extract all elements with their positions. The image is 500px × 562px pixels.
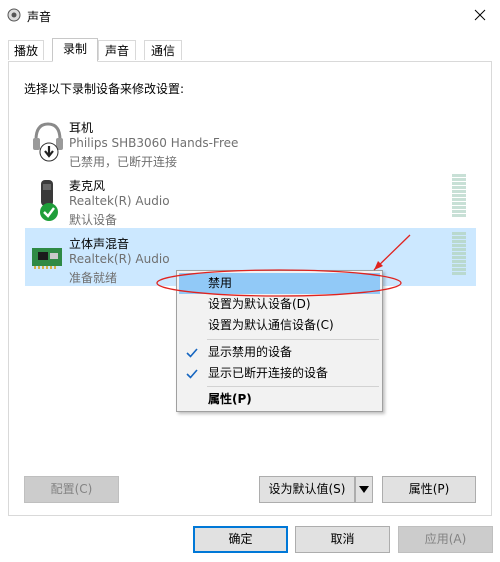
- menu-item-properties[interactable]: 属性(P): [179, 389, 380, 410]
- tab-playback[interactable]: 播放: [8, 40, 44, 60]
- cancel-button[interactable]: 取消: [295, 526, 390, 553]
- menu-item-label: 设置为默认通信设备(C): [208, 318, 334, 332]
- device-description: Realtek(R) Audio: [69, 252, 170, 266]
- tab-recording[interactable]: 录制: [52, 38, 98, 62]
- circuit-board-icon: [32, 248, 62, 269]
- speaker-icon: [7, 8, 21, 22]
- menu-separator: [207, 339, 379, 340]
- configure-button[interactable]: 配置(C): [24, 476, 119, 503]
- tab-sounds[interactable]: 声音: [98, 40, 136, 60]
- green-check-badge-icon: [40, 203, 58, 221]
- level-meter: [452, 232, 466, 275]
- tab-communications[interactable]: 通信: [144, 40, 182, 60]
- menu-item-label: 显示已断开连接的设备: [208, 366, 329, 380]
- device-status: 已禁用，已断开连接: [69, 155, 178, 169]
- device-name: 耳机: [69, 121, 94, 135]
- set-default-dropdown[interactable]: [355, 476, 373, 503]
- device-item-microphone[interactable]: 麦克风 Realtek(R) Audio 默认设备: [25, 170, 476, 228]
- down-arrow-badge-icon: [39, 142, 59, 162]
- window-title: 声音: [27, 10, 52, 24]
- menu-item-label: 显示禁用的设备: [208, 345, 293, 359]
- device-item-headset[interactable]: 耳机 Philips SHB3060 Hands-Free 已禁用，已断开连接: [25, 112, 476, 170]
- menu-item-set-default-device[interactable]: 设置为默认设备(D): [179, 294, 380, 315]
- menu-item-disable[interactable]: 禁用: [179, 273, 380, 294]
- ok-button[interactable]: 确定: [193, 526, 288, 553]
- apply-button[interactable]: 应用(A): [398, 526, 493, 553]
- menu-item-show-disabled[interactable]: 显示禁用的设备: [179, 342, 380, 363]
- context-menu: 禁用 设置为默认设备(D) 设置为默认通信设备(C) 显示禁用的设备 显示已断开…: [176, 270, 383, 412]
- menu-item-label: 设置为默认设备(D): [208, 297, 311, 311]
- device-name: 立体声混音: [69, 237, 130, 251]
- device-description: Realtek(R) Audio: [69, 194, 170, 208]
- menu-item-label: 禁用: [208, 276, 233, 290]
- chevron-down-icon: [359, 486, 369, 493]
- properties-button[interactable]: 属性(P): [382, 476, 476, 503]
- menu-item-set-default-comm-device[interactable]: 设置为默认通信设备(C): [179, 315, 380, 336]
- device-name: 麦克风: [69, 179, 106, 193]
- menu-item-show-disconnected[interactable]: 显示已断开连接的设备: [179, 363, 380, 384]
- check-icon: [186, 348, 198, 358]
- title-bar: 声音: [0, 0, 500, 31]
- level-meter: [452, 174, 466, 217]
- instruction-text: 选择以下录制设备来修改设置:: [24, 82, 185, 96]
- device-status: 默认设备: [69, 213, 118, 227]
- tab-strip: 播放 录制 声音 通信: [0, 38, 500, 62]
- device-description: Philips SHB3060 Hands-Free: [69, 136, 239, 150]
- set-default-button[interactable]: 设为默认值(S): [259, 476, 355, 503]
- check-icon: [186, 369, 198, 379]
- menu-separator: [207, 386, 379, 387]
- device-status: 准备就绪: [69, 271, 118, 285]
- close-icon[interactable]: [470, 5, 490, 25]
- menu-item-label: 属性(P): [208, 392, 252, 406]
